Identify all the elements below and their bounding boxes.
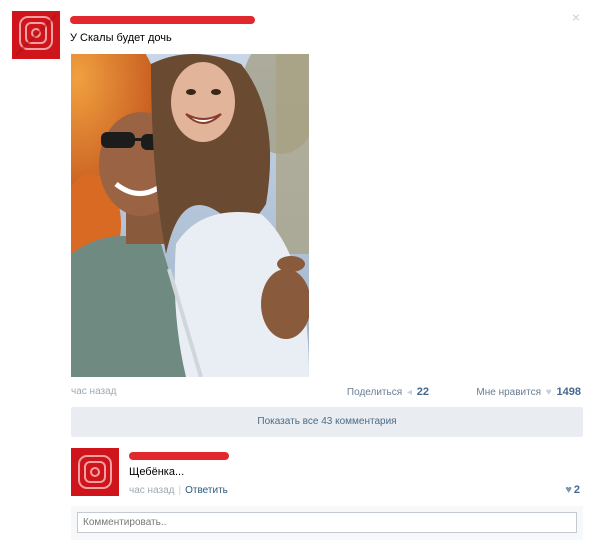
comment-text: Щебёнка... [129, 466, 185, 478]
heart-icon: ♥ [565, 484, 572, 496]
comment-meta: час назад | Ответить [129, 485, 228, 496]
close-icon[interactable]: × [569, 10, 583, 24]
comment-like-button[interactable]: ♥ 2 [565, 484, 580, 496]
comment-time[interactable]: час назад [129, 485, 175, 496]
wall-post: × У Скалы будет дочь час назад Поделитьс… [0, 0, 600, 548]
redacted-author-name [70, 16, 255, 24]
photo-of-couple-icon [71, 54, 309, 377]
like-button[interactable]: Мне нравится ♥ 1498 [476, 386, 581, 398]
redacted-commenter-name [129, 452, 229, 460]
like-label: Мне нравится [476, 387, 542, 398]
comment-input[interactable] [77, 512, 577, 533]
show-all-comments-button[interactable]: Показать все 43 комментария [71, 407, 583, 437]
heart-icon: ♥ [545, 387, 552, 398]
share-label: Поделиться [346, 387, 403, 398]
like-count: 1498 [556, 386, 581, 398]
reply-link[interactable]: Ответить [185, 485, 228, 496]
post-text: У Скалы будет дочь [70, 32, 172, 44]
post-meta-row: час назад Поделиться ◂ 22 Мне нравится ♥… [71, 385, 581, 399]
commenter-avatar[interactable] [71, 448, 119, 496]
post-photo[interactable] [71, 54, 309, 377]
avatar-logo-icon [12, 11, 60, 59]
avatar-logo-icon [71, 448, 119, 496]
post-time[interactable]: час назад [71, 386, 117, 397]
separator: | [178, 485, 182, 496]
share-count: 22 [416, 386, 429, 398]
megaphone-icon: ◂ [406, 387, 412, 398]
share-button[interactable]: Поделиться ◂ 22 [347, 386, 429, 398]
author-avatar[interactable] [12, 11, 60, 59]
comment-like-count: 2 [573, 484, 580, 496]
